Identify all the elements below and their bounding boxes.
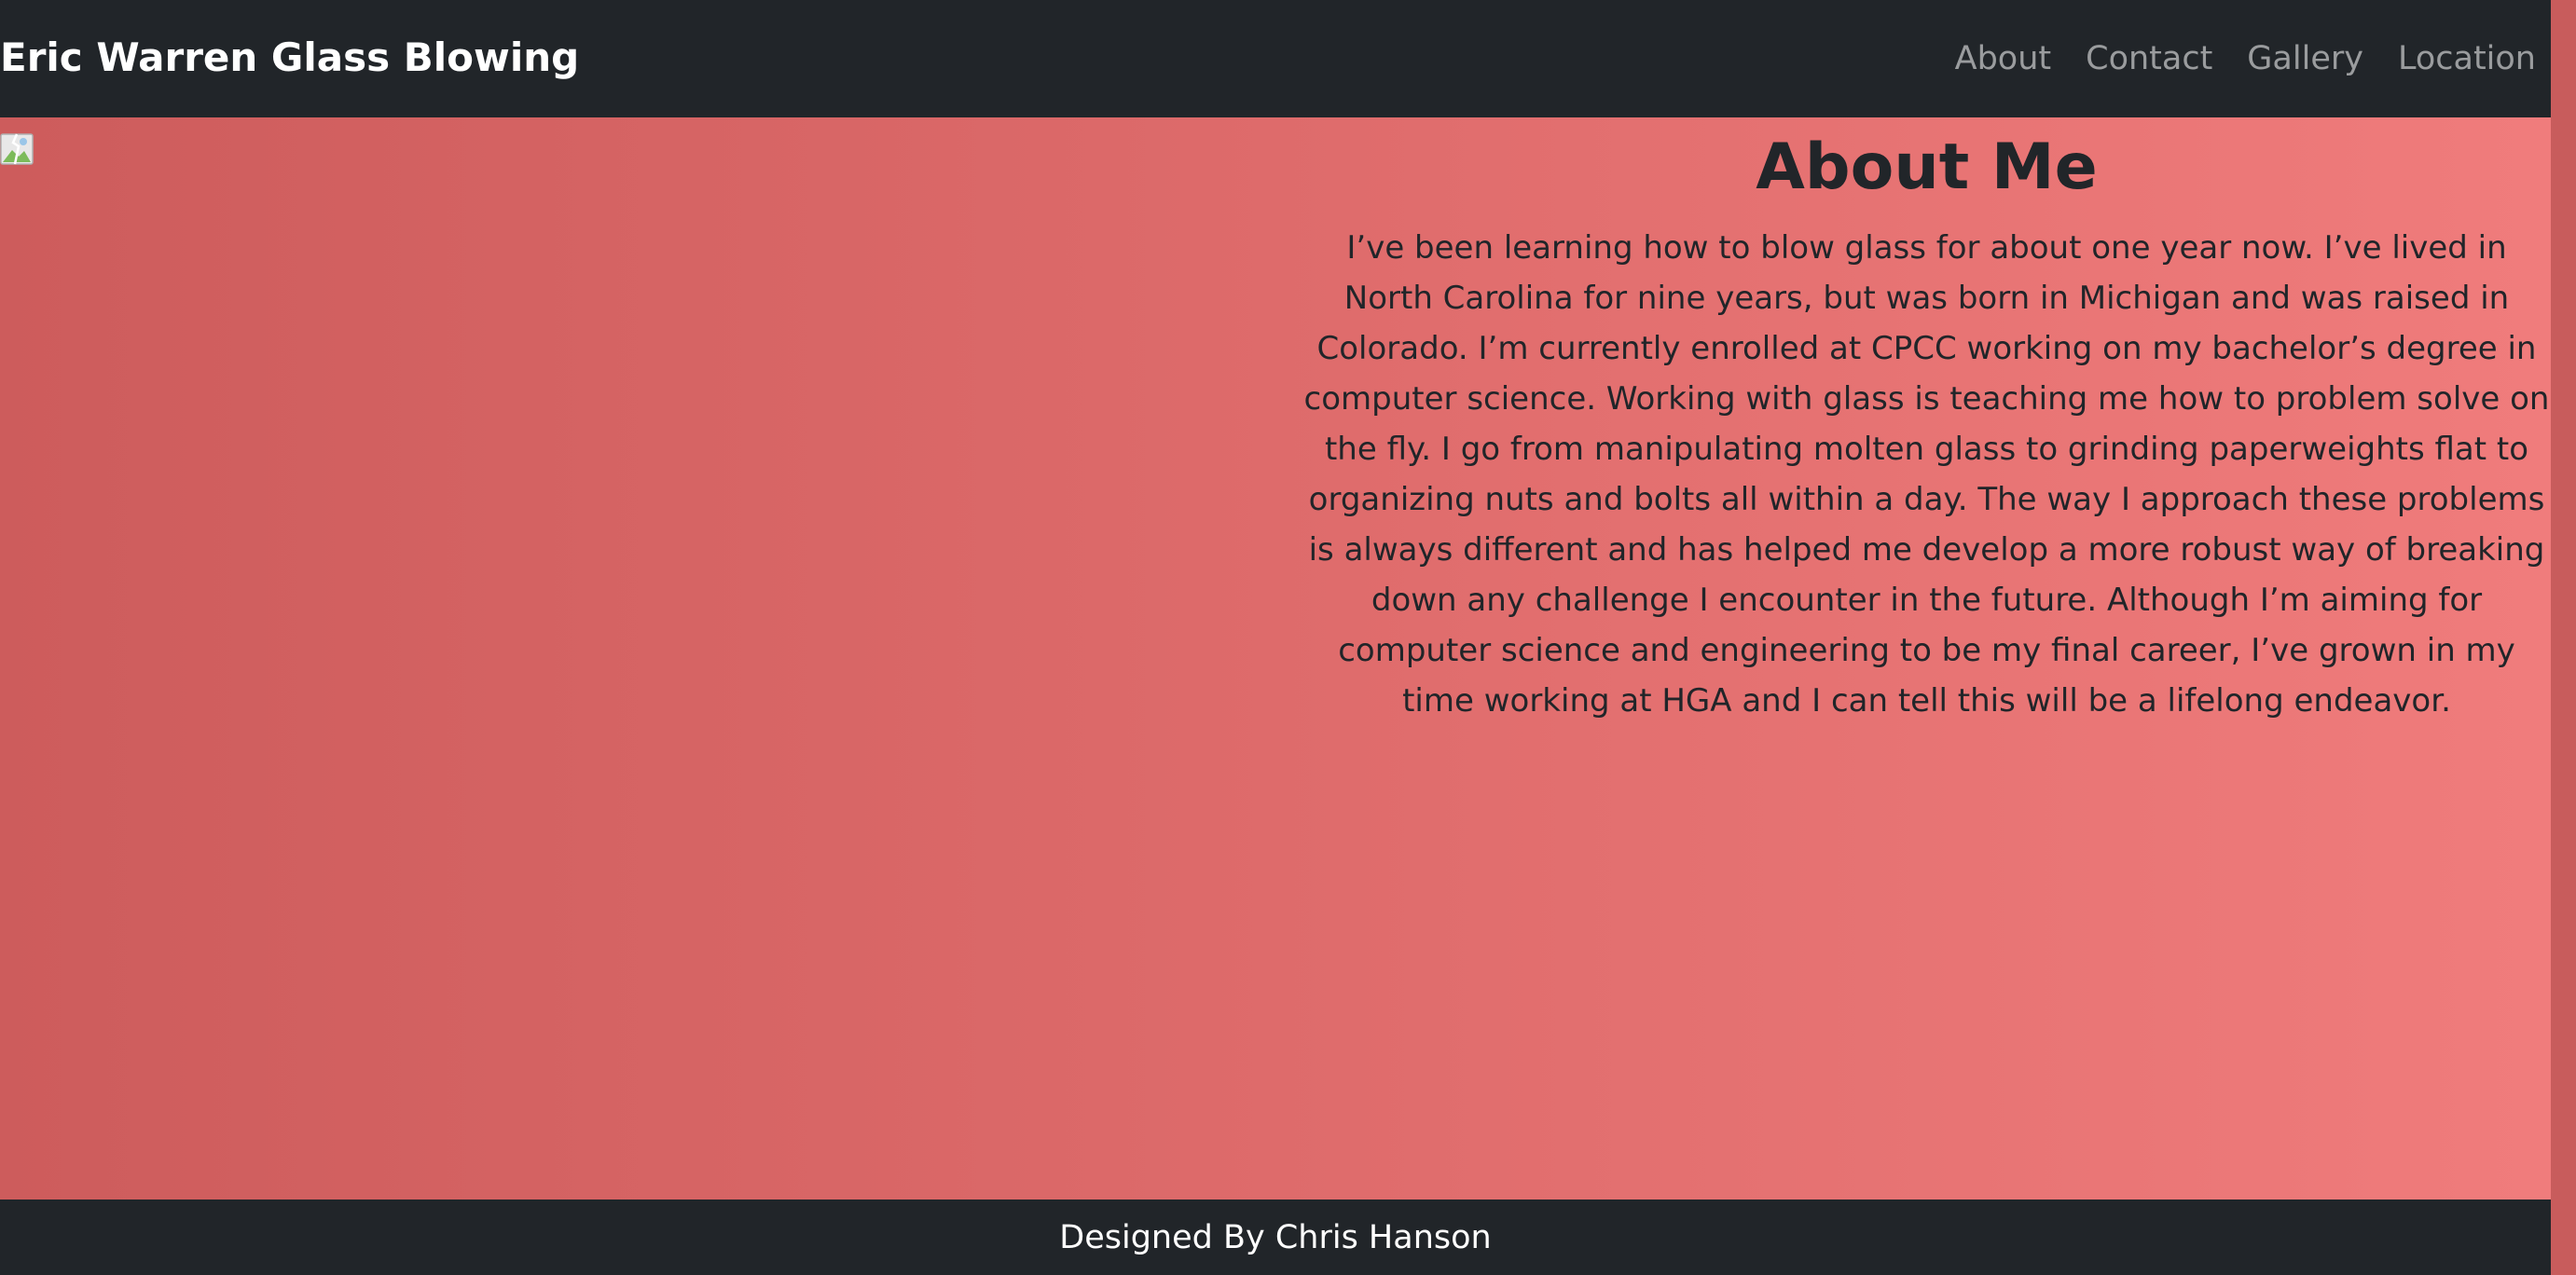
nav-links: About Contact Gallery Location bbox=[1921, 40, 2551, 77]
about-section: About Me I’ve been learning how to blow … bbox=[0, 117, 2551, 1200]
broken-image-icon bbox=[0, 133, 34, 165]
nav-link-contact[interactable]: Contact bbox=[2086, 40, 2212, 77]
footer-credit: Designed By Chris Hanson bbox=[1059, 1218, 1492, 1256]
about-content: About Me I’ve been learning how to blow … bbox=[1302, 117, 2551, 726]
brand-link[interactable]: Eric Warren Glass Blowing bbox=[0, 34, 579, 80]
page-title: About Me bbox=[1756, 130, 2098, 204]
about-paragraph: I’ve been learning how to blow glass for… bbox=[1303, 229, 2550, 720]
nav-link-about[interactable]: About bbox=[1955, 40, 2051, 77]
nav-link-location[interactable]: Location bbox=[2398, 40, 2536, 77]
page-edge bbox=[2551, 0, 2576, 1275]
nav-link-gallery[interactable]: Gallery bbox=[2247, 40, 2363, 77]
page: Eric Warren Glass Blowing About Contact … bbox=[0, 0, 2576, 1275]
footer: Designed By Chris Hanson bbox=[0, 1200, 2551, 1275]
navbar: Eric Warren Glass Blowing About Contact … bbox=[0, 0, 2551, 117]
